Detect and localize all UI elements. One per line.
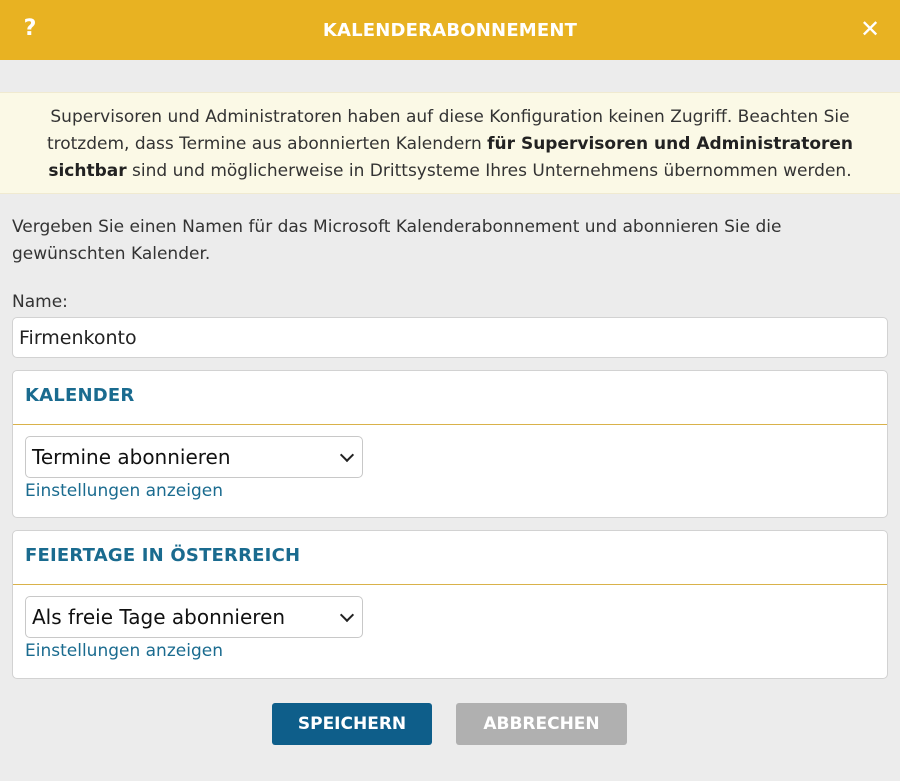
select-value: Als freie Tage abonnieren	[32, 605, 286, 629]
show-settings-link[interactable]: Einstellungen anzeigen	[25, 479, 223, 503]
dialog-header: ? KALENDERABONNEMENT ✕	[0, 0, 900, 60]
calendar-panel: KALENDER Termine abonnieren Einstellunge…	[12, 370, 888, 518]
dialog-title: KALENDERABONNEMENT	[322, 19, 578, 41]
chevron-down-icon	[339, 447, 355, 463]
panel-title: KALENDER	[25, 385, 135, 406]
holidays-subscription-select[interactable]: Als freie Tage abonnieren	[25, 596, 363, 638]
calendar-subscription-select[interactable]: Termine abonnieren	[25, 436, 363, 478]
name-label: Name:	[12, 292, 68, 312]
name-input[interactable]	[12, 317, 888, 358]
chevron-down-icon	[339, 607, 355, 623]
holidays-panel: FEIERTAGE IN ÖSTERREICH Als freie Tage a…	[12, 530, 888, 679]
help-button[interactable]: ?	[20, 14, 40, 44]
intro-text: Vergeben Sie einen Namen für das Microso…	[12, 217, 782, 264]
panel-header: KALENDER	[13, 371, 887, 425]
show-settings-link[interactable]: Einstellungen anzeigen	[25, 639, 223, 663]
notice-text-end: sind und möglicherweise in Drittsysteme …	[126, 161, 852, 181]
panel-title: FEIERTAGE IN ÖSTERREICH	[25, 545, 301, 566]
cancel-button[interactable]: ABBRECHEN	[456, 703, 627, 745]
save-button[interactable]: SPEICHERN	[272, 703, 432, 745]
panel-header: FEIERTAGE IN ÖSTERREICH	[13, 531, 887, 585]
select-value: Termine abonnieren	[32, 445, 231, 469]
close-button[interactable]: ✕	[858, 14, 882, 44]
warning-notice: Supervisoren und Administratoren haben a…	[0, 92, 900, 194]
